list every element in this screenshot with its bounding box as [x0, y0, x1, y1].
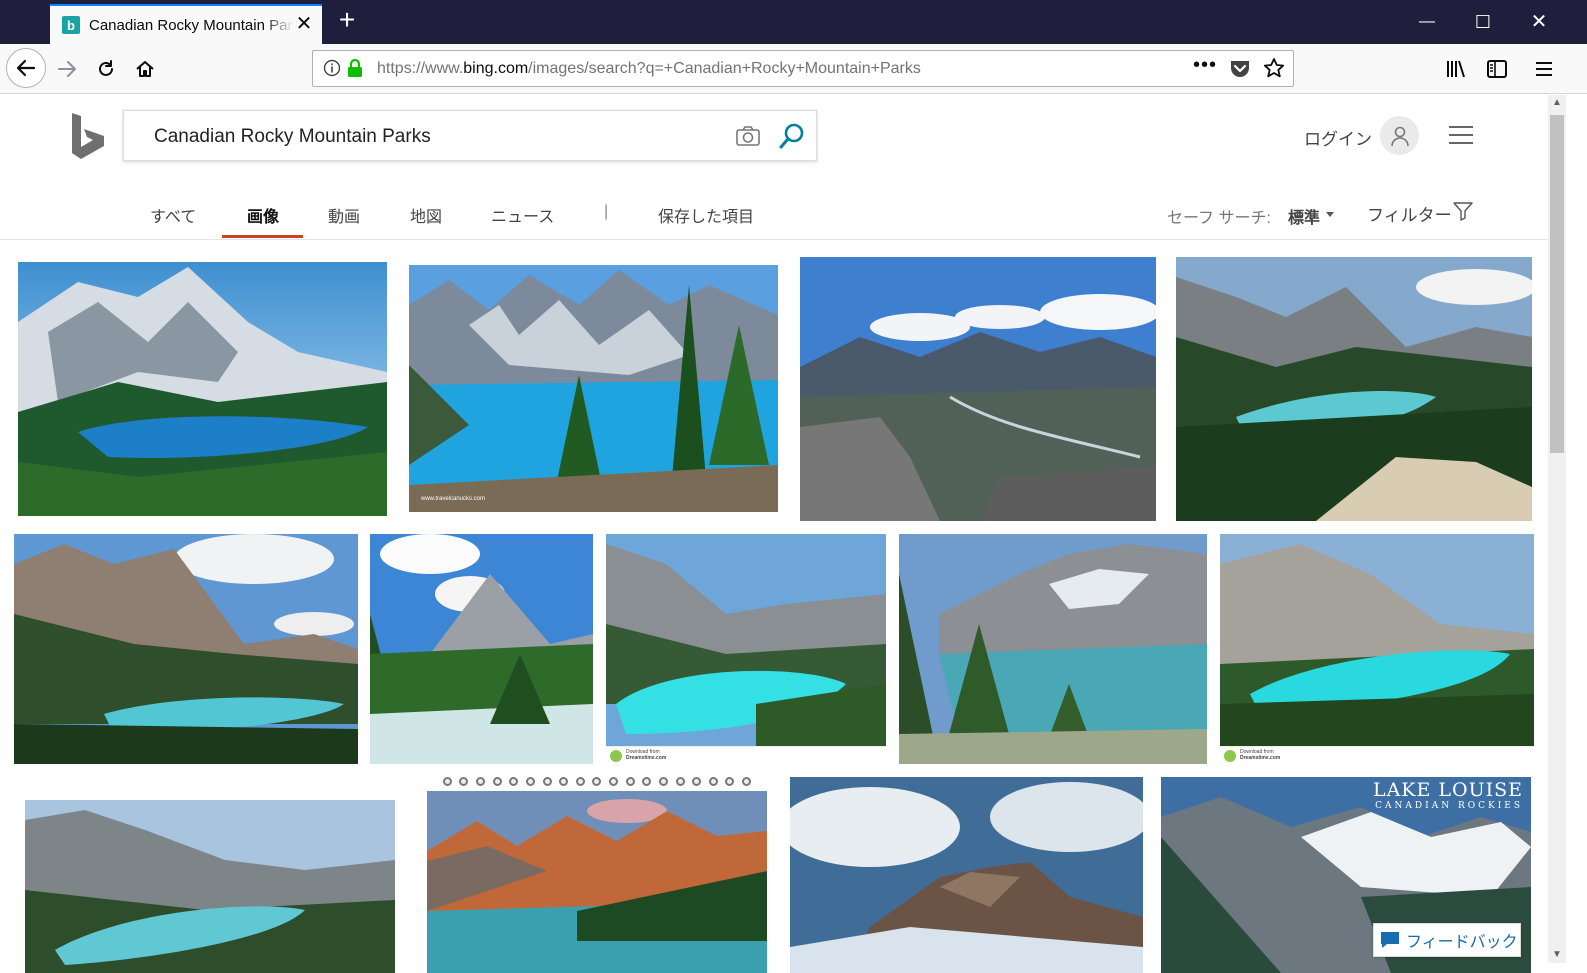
tab-close-icon[interactable]: ✕	[294, 14, 314, 34]
tab-maps[interactable]: 地図	[410, 203, 442, 227]
tab-title: Canadian Rocky Mountain Parks	[89, 16, 294, 34]
camera-icon[interactable]	[735, 125, 761, 147]
image-result[interactable]	[899, 534, 1207, 764]
reload-icon	[99, 60, 113, 76]
forward-arrow-icon	[58, 61, 76, 77]
image-result[interactable]: Download from Dreamstime.com	[1220, 534, 1534, 764]
search-box[interactable]: Canadian Rocky Mountain Parks	[123, 110, 817, 161]
tab-news[interactable]: ニュース	[491, 203, 554, 227]
filter-button[interactable]: フィルター	[1367, 201, 1452, 226]
bing-images-page: Canadian Rocky Mountain Parks ログイン すべて 画…	[0, 95, 1548, 973]
login-link[interactable]: ログイン	[1304, 125, 1372, 150]
bing-logo-icon[interactable]	[72, 113, 106, 159]
window-maximize-button[interactable]: ☐	[1468, 8, 1498, 36]
scroll-down-icon[interactable]: ▼	[1548, 947, 1566, 963]
avatar[interactable]	[1380, 116, 1419, 155]
sidebar-button[interactable]	[1480, 52, 1514, 86]
tab-videos[interactable]: 動画	[328, 203, 360, 227]
image-result[interactable]: www.travelcanucks.com	[409, 265, 778, 512]
browser-tab[interactable]: b Canadian Rocky Mountain Parks ✕	[50, 4, 322, 44]
scope-divider: |	[604, 203, 609, 220]
safe-search-label: セーフ サーチ:	[1167, 210, 1271, 227]
image-watermark: www.travelcanucks.com	[421, 496, 486, 502]
calendar-binding	[427, 777, 767, 789]
info-icon[interactable]	[323, 59, 341, 77]
window-close-button[interactable]: ✕	[1524, 8, 1554, 36]
home-button[interactable]	[128, 52, 162, 86]
image-result[interactable]	[790, 777, 1143, 973]
search-input[interactable]: Canadian Rocky Mountain Parks	[154, 126, 431, 148]
browser-navbar: https://www.bing.com/images/search?q=+Ca…	[0, 44, 1587, 94]
feedback-icon	[1381, 932, 1399, 948]
scroll-up-icon[interactable]: ▲	[1548, 95, 1566, 111]
feedback-button[interactable]: フィードバック	[1373, 923, 1521, 957]
active-tab-underline	[222, 235, 303, 238]
safe-search-dropdown[interactable]: 標準	[1288, 204, 1320, 228]
feedback-label: フィードバック	[1406, 934, 1518, 951]
url-bar[interactable]: https://www.bing.com/images/search?q=+Ca…	[312, 50, 1294, 87]
search-icon[interactable]	[778, 122, 806, 150]
tab-saved-items[interactable]: 保存した項目	[658, 203, 754, 227]
chevron-down-icon[interactable]	[1326, 212, 1334, 217]
pocket-icon[interactable]	[1229, 59, 1251, 79]
dreamstime-logo-icon	[1224, 750, 1236, 762]
image-result[interactable]	[370, 534, 593, 764]
image-result[interactable]	[1176, 257, 1532, 521]
library-icon	[1447, 60, 1465, 78]
menu-button[interactable]	[1527, 52, 1561, 86]
dreamstime-logo-icon	[610, 750, 622, 762]
home-icon	[136, 61, 154, 77]
dreamstime-footer: Download from Dreamstime.com	[1220, 746, 1534, 764]
url-text[interactable]: https://www.bing.com/images/search?q=+Ca…	[377, 60, 921, 78]
new-tab-button[interactable]: +	[334, 6, 360, 34]
image-result[interactable]	[800, 257, 1156, 521]
image-result[interactable]: Download from Dreamstime.com	[606, 534, 886, 764]
star-icon[interactable]	[1263, 57, 1285, 79]
back-button[interactable]	[6, 48, 46, 88]
sidebar-icon	[1487, 60, 1507, 78]
tab-images[interactable]: 画像	[247, 203, 279, 227]
scroll-thumb[interactable]	[1550, 115, 1564, 453]
bing-favicon-icon: b	[62, 16, 80, 34]
reload-button[interactable]	[89, 52, 123, 86]
image-result[interactable]	[25, 800, 395, 973]
page-actions-button[interactable]: •••	[1193, 54, 1217, 77]
tab-all[interactable]: すべて	[150, 203, 196, 227]
menu-icon	[1536, 62, 1552, 76]
user-icon	[1390, 126, 1409, 146]
page-scrollbar[interactable]: ▲ ▼	[1548, 95, 1566, 963]
forward-button[interactable]	[50, 52, 84, 86]
dreamstime-footer: Download from Dreamstime.com	[606, 746, 886, 764]
window-minimize-button[interactable]: —	[1412, 8, 1442, 36]
browser-titlebar: b Canadian Rocky Mountain Parks ✕ + — ☐ …	[0, 0, 1587, 44]
library-button[interactable]	[1440, 52, 1474, 86]
filter-icon[interactable]	[1453, 201, 1473, 221]
back-arrow-icon	[16, 59, 36, 77]
lock-icon[interactable]	[347, 59, 363, 77]
hamburger-icon[interactable]	[1448, 125, 1474, 145]
image-result[interactable]	[14, 534, 358, 764]
image-result[interactable]	[18, 262, 387, 516]
lake-louise-title: LAKE LOUISE CANADIAN ROCKIES	[1372, 779, 1523, 811]
image-result[interactable]	[427, 777, 767, 973]
